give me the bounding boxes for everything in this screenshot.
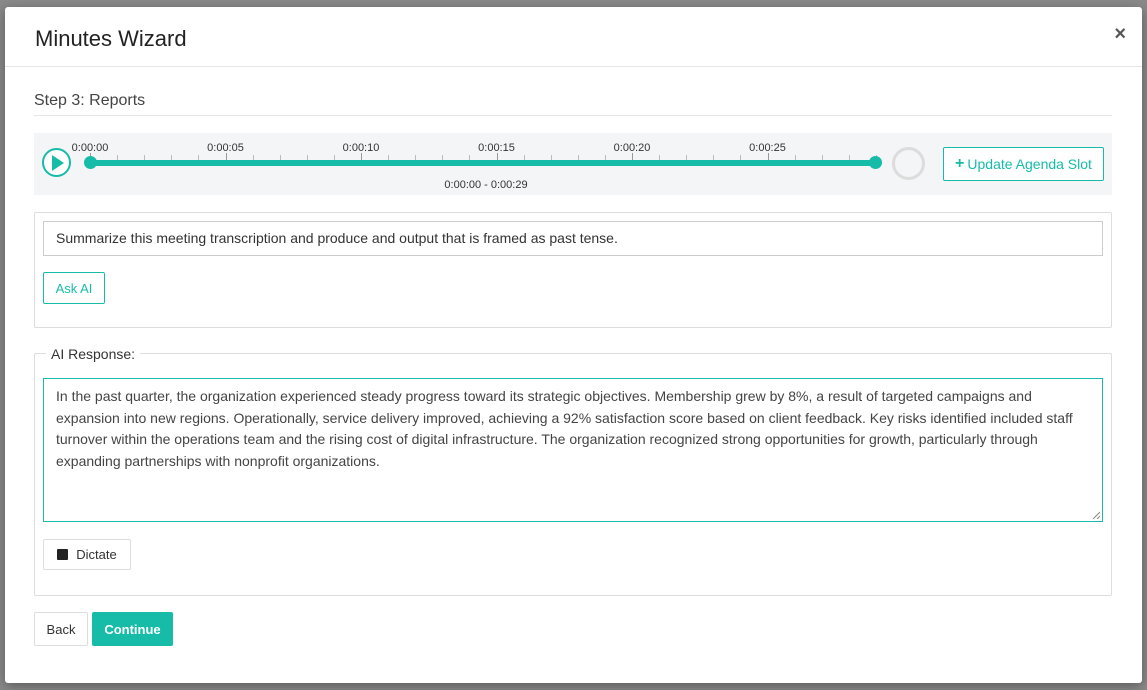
close-icon[interactable]: × [1114, 24, 1126, 44]
resize-grip-icon[interactable] [1092, 511, 1100, 519]
continue-button[interactable]: Continue [92, 612, 173, 646]
range-start-handle[interactable] [84, 156, 97, 169]
minutes-wizard-modal: Minutes Wizard × Step 3: Reports 0:00:00… [5, 7, 1142, 683]
prompt-panel: Summarize this meeting transcription and… [34, 212, 1112, 328]
loading-spinner-icon [892, 147, 925, 180]
ai-response-text: In the past quarter, the organization ex… [56, 388, 1073, 469]
ai-response-textarea[interactable]: In the past quarter, the organization ex… [43, 378, 1103, 522]
ask-ai-button[interactable]: Ask AI [43, 272, 105, 304]
update-agenda-slot-label: Update Agenda Slot [967, 156, 1092, 172]
plus-icon: + [955, 155, 965, 172]
modal-header: Minutes Wizard × [5, 7, 1142, 67]
range-label: 0:00:00 - 0:00:29 [444, 179, 528, 191]
audio-player: 0:00:00 0:00:05 0:00:10 0:00:15 0:00:20 … [34, 133, 1112, 195]
timeline-range-track[interactable] [90, 160, 876, 166]
play-icon[interactable] [42, 148, 71, 177]
modal-title: Minutes Wizard [35, 26, 187, 51]
ai-response-panel: In the past quarter, the organization ex… [34, 353, 1112, 596]
dictate-button[interactable]: Dictate [43, 539, 131, 570]
prompt-input[interactable]: Summarize this meeting transcription and… [43, 221, 1103, 256]
update-agenda-slot-button[interactable]: + Update Agenda Slot [943, 147, 1104, 181]
divider [34, 115, 1112, 116]
step-title: Step 3: Reports [34, 92, 146, 109]
dictate-label: Dictate [76, 547, 117, 562]
range-end-handle[interactable] [869, 156, 882, 169]
back-button[interactable]: Back [34, 612, 88, 646]
stop-icon [57, 549, 69, 560]
ai-response-legend: AI Response: [46, 346, 141, 362]
